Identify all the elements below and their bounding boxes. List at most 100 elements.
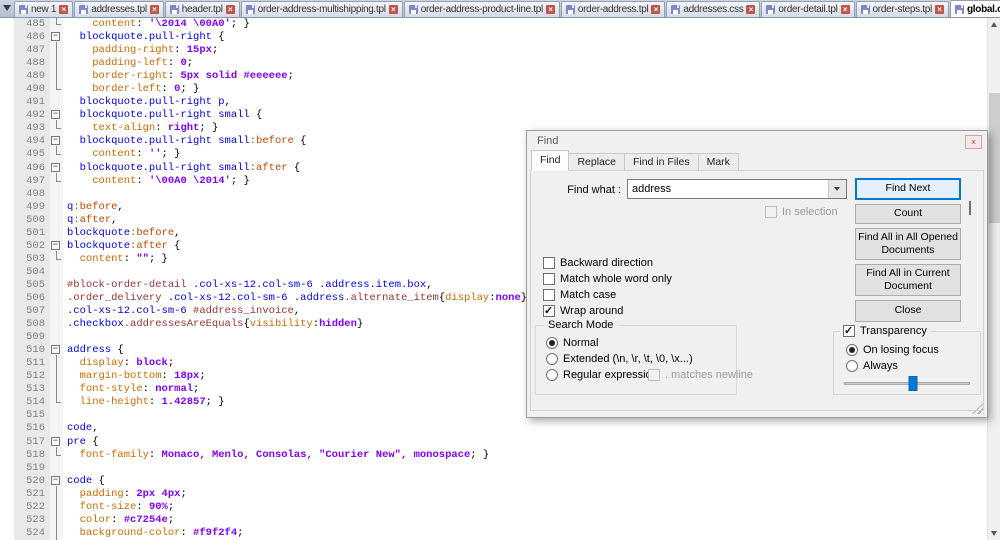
file-tab[interactable]: order-detail.tpl ×	[761, 1, 855, 17]
line-number: 514	[14, 396, 50, 410]
file-tab[interactable]: order-address.tpl ×	[560, 1, 666, 17]
tab-close-icon[interactable]: ×	[59, 5, 69, 14]
code-line[interactable]: 523 color: #c7254e;	[0, 513, 987, 527]
count-button[interactable]: Count	[855, 204, 961, 224]
fold-toggle-icon[interactable]: −	[50, 474, 63, 488]
tab-find[interactable]: Find	[531, 150, 570, 171]
match-whole-word-checkbox[interactable]: Match whole word only	[543, 273, 672, 285]
find-next-button[interactable]: Find Next	[855, 178, 961, 200]
tab-mark[interactable]: Mark	[697, 153, 739, 171]
fold-margin	[50, 278, 63, 292]
collapse-box-icon[interactable]: −	[51, 162, 60, 172]
fold-toggle-icon[interactable]: −	[50, 109, 63, 123]
file-save-icon	[245, 5, 255, 14]
file-save-icon	[860, 5, 870, 14]
dialog-tab-strip: Find Replace Find in Files Mark	[531, 150, 739, 171]
collapse-box-icon[interactable]: −	[51, 240, 60, 250]
dialog-close-button[interactable]: ×	[965, 135, 982, 149]
collapse-box-icon[interactable]: −	[51, 136, 60, 146]
file-tab[interactable]: new 1 ×	[14, 1, 74, 17]
transparency-always-radio[interactable]: Always	[846, 360, 898, 372]
fold-margin	[50, 396, 63, 410]
file-tab[interactable]: order-address-multishipping.tpl ×	[240, 1, 403, 17]
fold-toggle-icon[interactable]: −	[50, 435, 63, 449]
search-mode-regex-radio[interactable]: Regular expression	[546, 369, 658, 381]
tab-close-icon[interactable]: ×	[746, 5, 756, 14]
code-line[interactable]: 491 blockquote.pull-right p,	[0, 96, 987, 110]
line-number: 488	[14, 57, 50, 71]
match-case-checkbox[interactable]: Match case	[543, 289, 616, 301]
collapse-box-icon[interactable]: −	[51, 32, 60, 42]
code-line[interactable]: 487 padding-right: 15px;	[0, 44, 987, 58]
checkbox-label: . matches newline	[665, 369, 754, 381]
find-all-current-button[interactable]: Find All in Current Document	[855, 264, 961, 296]
code-line[interactable]: 522 font-size: 90%;	[0, 500, 987, 514]
tab-close-icon[interactable]: ×	[840, 5, 850, 14]
tab-close-icon[interactable]: ×	[225, 5, 235, 14]
line-number: 520	[14, 474, 50, 488]
code-line[interactable]: 517− pre {	[0, 435, 987, 449]
search-mode-extended-radio[interactable]: Extended (\n, \r, \t, \0, \x...)	[546, 353, 693, 365]
transparency-slider[interactable]	[844, 376, 970, 391]
fold-margin	[50, 252, 63, 266]
tab-close-icon[interactable]: ×	[934, 5, 944, 14]
editor-vertical-scrollbar[interactable]	[987, 18, 1000, 540]
tab-close-icon[interactable]: ×	[651, 5, 661, 14]
radio-label: Normal	[563, 337, 599, 349]
fold-toggle-icon[interactable]: −	[50, 135, 63, 149]
tab-find-in-files[interactable]: Find in Files	[623, 153, 699, 171]
find-all-opened-button[interactable]: Find All in All Opened Documents	[855, 228, 961, 260]
fold-margin	[50, 487, 63, 501]
transparency-checkbox[interactable]: Transparency	[840, 324, 930, 337]
collapse-box-icon[interactable]: −	[51, 110, 60, 120]
file-tab[interactable]: global.css×	[949, 0, 1000, 17]
tab-close-icon[interactable]: ×	[388, 5, 398, 14]
code-line[interactable]: 488 padding-left: 0;	[0, 57, 987, 71]
unlabeled-checkbox[interactable]	[969, 201, 971, 215]
file-tab[interactable]: order-steps.tpl ×	[855, 1, 949, 17]
fold-toggle-icon[interactable]: −	[50, 161, 63, 175]
backward-direction-checkbox[interactable]: Backward direction	[543, 257, 653, 269]
file-tab[interactable]: addresses.tpl ×	[74, 1, 164, 17]
fold-toggle-icon[interactable]: −	[50, 31, 63, 45]
code-line[interactable]: 518 font-family: Monaco, Menlo, Consolas…	[0, 448, 987, 462]
transparency-on-losing-focus-radio[interactable]: On losing focus	[846, 344, 939, 356]
line-number: 491	[14, 96, 50, 110]
file-tab[interactable]: addresses.css ×	[666, 1, 761, 17]
code-line[interactable]: 485 content: '\2014 \00A0'; }	[0, 18, 987, 32]
fold-margin	[50, 422, 63, 436]
scroll-up-button[interactable]	[988, 18, 1000, 31]
fold-toggle-icon[interactable]: −	[50, 239, 63, 253]
tab-close-icon[interactable]: ×	[545, 5, 555, 14]
line-number: 489	[14, 70, 50, 84]
collapse-box-icon[interactable]: −	[51, 475, 60, 485]
combo-dropdown-button[interactable]	[828, 180, 846, 198]
code-line[interactable]: 519	[0, 461, 987, 475]
tab-list-dropdown-icon[interactable]	[3, 5, 11, 11]
tab-replace[interactable]: Replace	[568, 153, 625, 171]
transparency-slider-thumb[interactable]	[908, 376, 918, 391]
collapse-box-icon[interactable]: −	[51, 436, 60, 446]
wrap-around-checkbox[interactable]: Wrap around	[543, 304, 623, 317]
dialog-titlebar[interactable]: Find ×	[527, 131, 987, 152]
tab-close-icon[interactable]: ×	[149, 5, 159, 14]
close-button[interactable]: Close	[855, 300, 961, 322]
find-what-combobox[interactable]: address	[627, 179, 847, 199]
search-mode-normal-radio[interactable]: Normal	[546, 337, 598, 349]
file-save-icon	[671, 5, 681, 14]
scrollbar-thumb[interactable]	[989, 93, 1000, 223]
code-line[interactable]: 492− blockquote.pull-right small {	[0, 109, 987, 123]
file-tab[interactable]: header.tpl ×	[164, 1, 240, 17]
code-line[interactable]: 490 border-left: 0; }	[0, 83, 987, 97]
code-line[interactable]: 521 padding: 2px 4px;	[0, 487, 987, 501]
code-line[interactable]: 486− blockquote.pull-right {	[0, 31, 987, 45]
code-line[interactable]: 489 border-right: 5px solid #eeeeee;	[0, 70, 987, 84]
code-line[interactable]: 520− code {	[0, 474, 987, 488]
collapse-box-icon[interactable]: −	[51, 345, 60, 355]
line-number: 519	[14, 461, 50, 475]
fold-toggle-icon[interactable]: −	[50, 344, 63, 358]
code-line[interactable]: 516 code,	[0, 422, 987, 436]
file-tab[interactable]: order-address-product-line.tpl ×	[403, 1, 560, 17]
code-line[interactable]: 524 background-color: #f9f2f4;	[0, 526, 987, 540]
scroll-down-button[interactable]	[988, 527, 1000, 540]
